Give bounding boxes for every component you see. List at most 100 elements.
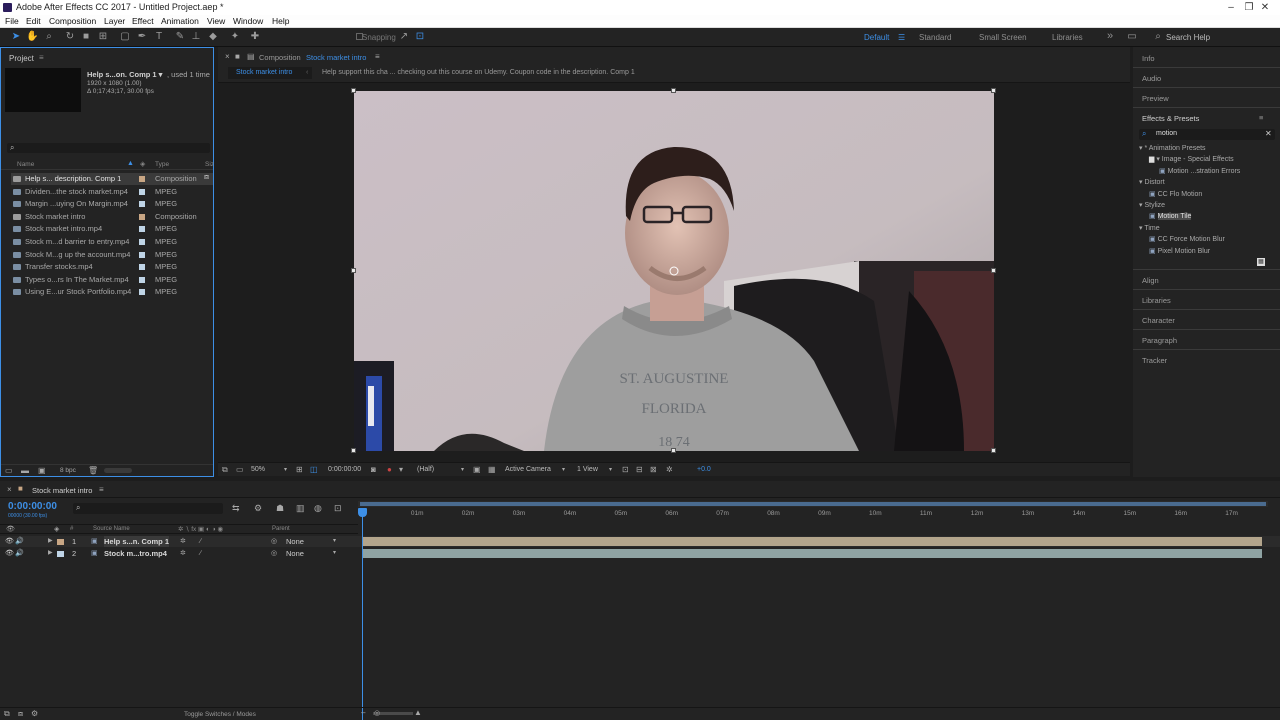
breadcrumb-active[interactable]: Stock market intro — [228, 67, 312, 79]
type-tool-icon[interactable]: T — [153, 31, 165, 43]
layer-switches-toggle-icon[interactable]: ⧉ — [4, 709, 10, 719]
effects-menu-icon[interactable]: ≡ — [1259, 113, 1263, 122]
effect-item[interactable]: ▣ CC Force Motion Blur — [1149, 235, 1225, 243]
selected-item-name[interactable]: Help s...on. Comp 1 ▾ — [87, 70, 162, 79]
eye-visibility-icon[interactable]: 👁 — [5, 548, 14, 559]
effects-presets-title[interactable]: Effects & Presets — [1142, 114, 1199, 123]
timeline-tab-name[interactable]: Stock market intro — [32, 486, 92, 495]
puppet-pin-tool-icon[interactable]: ✚ — [249, 31, 261, 43]
collapse-switch-icon[interactable]: ✲ — [180, 548, 186, 559]
time-ruler[interactable]: 0f01m02m03m04m05m06m07m08m09m10m11m12m13… — [358, 481, 1268, 521]
current-time-display[interactable]: 0:00:00:00 — [328, 466, 361, 473]
project-item[interactable]: Types o...rs In The Market.mp4 MPEG — [11, 274, 213, 286]
bit-depth-button[interactable]: 8 bpc — [60, 467, 76, 474]
eraser-tool-icon[interactable]: ◆ — [207, 31, 219, 43]
layer-duration-bar[interactable] — [362, 548, 1262, 558]
clear-search-icon[interactable]: ✕ — [1265, 129, 1272, 138]
graph-editor-icon[interactable]: ⊡ — [334, 503, 342, 514]
new-folder-icon[interactable]: ▬ — [21, 466, 29, 475]
trash-icon[interactable]: 🗑 — [88, 466, 98, 475]
mask-visibility-icon[interactable]: ◫ — [310, 465, 318, 474]
audio-icon[interactable]: 🔊 — [15, 536, 24, 547]
exposure-value[interactable]: +0.0 — [697, 466, 711, 473]
in-out-toggle-icon[interactable]: ⚙ — [31, 709, 38, 718]
shy-layers-icon[interactable]: ☗ — [276, 503, 284, 514]
reset-exposure-icon[interactable]: ✲ — [666, 465, 673, 474]
label-column-icon[interactable]: ◈ — [140, 160, 145, 168]
selection-tool-icon[interactable]: ➤ — [10, 31, 22, 43]
composition-frame[interactable]: ST. AUGUSTINE FLORIDA 18 74 — [354, 91, 994, 451]
parent-dropdown[interactable]: None — [286, 548, 304, 559]
project-item[interactable]: Stock market intro Composition — [11, 211, 213, 223]
menu-view[interactable]: View — [207, 16, 225, 26]
menu-edit[interactable]: Edit — [26, 16, 41, 26]
clone-stamp-tool-icon[interactable]: ⊥ — [190, 31, 202, 43]
zoom-out-icon[interactable]: – — [361, 708, 365, 717]
new-folder-icon[interactable]: ▦ — [1257, 258, 1265, 266]
layer-source-name[interactable]: Stock m...tro.mp4 — [104, 548, 167, 559]
collapse-switch-icon[interactable]: ✲ — [180, 536, 186, 547]
transparency-grid-icon[interactable]: ▦ — [488, 465, 496, 474]
effect-item[interactable]: ▣ Pixel Motion Blur — [1149, 247, 1210, 255]
transfer-controls-toggle-icon[interactable]: ⧈ — [18, 709, 23, 719]
layer-duration-bar[interactable] — [362, 537, 1262, 546]
project-item[interactable]: Help s... description. Comp 1 Composition — [11, 173, 213, 185]
audio-panel-tab[interactable]: Audio — [1142, 74, 1161, 83]
region-of-interest-icon[interactable]: ▭ — [236, 465, 244, 474]
libraries-panel-tab[interactable]: Libraries — [1142, 296, 1171, 305]
timeline-current-time[interactable]: 0:00:00:00 — [8, 501, 57, 512]
expand-arrow-icon[interactable]: ▶ — [48, 548, 53, 559]
label-color-swatch[interactable] — [139, 276, 145, 283]
view-layout-dropdown[interactable]: 1 View — [577, 466, 598, 473]
project-item[interactable]: Transfer stocks.mp4 MPEG — [11, 261, 213, 273]
workspace-libraries[interactable]: Libraries — [1052, 33, 1083, 42]
quality-switch-icon[interactable]: ∕ — [200, 548, 201, 559]
parent-dropdown[interactable]: None — [286, 536, 304, 547]
color-channel-icon[interactable]: ● — [387, 465, 392, 474]
search-help-field[interactable]: Search Help — [1166, 33, 1210, 42]
label-color-swatch[interactable] — [139, 176, 145, 182]
draft-3d-icon[interactable]: ⚙ — [254, 503, 262, 514]
roto-brush-tool-icon[interactable]: ✦ — [229, 31, 241, 43]
hand-tool-icon[interactable]: ✋ — [26, 31, 38, 43]
audio-icon[interactable]: 🔊 — [15, 548, 24, 559]
brush-tool-icon[interactable]: ✎ — [174, 31, 186, 43]
timeline-menu-icon[interactable]: ≡ — [99, 485, 104, 494]
transform-handle[interactable] — [351, 88, 356, 93]
info-panel-tab[interactable]: Info — [1142, 54, 1155, 63]
menu-layer[interactable]: Layer — [104, 16, 125, 26]
menu-effect[interactable]: Effect — [132, 16, 154, 26]
transform-handle[interactable] — [351, 448, 356, 453]
resolution-dropdown[interactable]: (Half) — [417, 466, 434, 473]
source-name-header[interactable]: Source Name — [93, 526, 130, 532]
effect-category[interactable]: ▾ Stylize — [1139, 201, 1165, 209]
label-color-swatch[interactable] — [139, 289, 145, 296]
grid-overlay-icon[interactable]: ⊞ — [296, 465, 303, 474]
motion-blur-icon[interactable]: ◍ — [314, 503, 322, 514]
label-color-swatch[interactable] — [139, 264, 145, 271]
flowchart-icon[interactable]: ⧈ — [204, 172, 209, 182]
toggle-switches-modes[interactable]: Toggle Switches / Modes — [184, 711, 256, 718]
snap-option-icon[interactable]: ↗ — [398, 31, 410, 43]
interpret-footage-icon[interactable]: ▭ — [5, 466, 13, 475]
transform-handle[interactable] — [671, 88, 676, 93]
sort-arrow-icon[interactable]: ▲ — [127, 160, 134, 167]
label-color-swatch[interactable] — [139, 251, 145, 258]
comp-mini-flowchart-icon[interactable]: ⇆ — [232, 503, 240, 514]
project-item[interactable]: Margin ...uying On Margin.mp4 MPEG — [11, 198, 213, 210]
channel-chevron-icon[interactable]: ▾ — [399, 465, 403, 474]
menu-window[interactable]: Window — [233, 16, 263, 26]
parent-header[interactable]: Parent — [272, 526, 290, 532]
layer-label-swatch[interactable] — [57, 539, 64, 545]
project-item[interactable]: Stock market intro.mp4 MPEG — [11, 223, 213, 235]
transform-handle[interactable] — [991, 268, 996, 273]
playhead-handle[interactable] — [358, 508, 367, 517]
pen-tool-icon[interactable]: ✒ — [136, 31, 148, 43]
workspace-standard[interactable]: Standard — [919, 33, 951, 42]
column-size[interactable]: Siz — [205, 161, 214, 168]
effect-category[interactable]: ▾ Distort — [1139, 178, 1165, 186]
expand-arrow-icon[interactable]: ▶ — [48, 536, 53, 547]
layer-label-swatch[interactable] — [57, 550, 64, 557]
toggle-pixel-aspect-icon[interactable]: ⊡ — [622, 465, 629, 474]
close-window-button[interactable]: ✕ — [1250, 0, 1280, 15]
